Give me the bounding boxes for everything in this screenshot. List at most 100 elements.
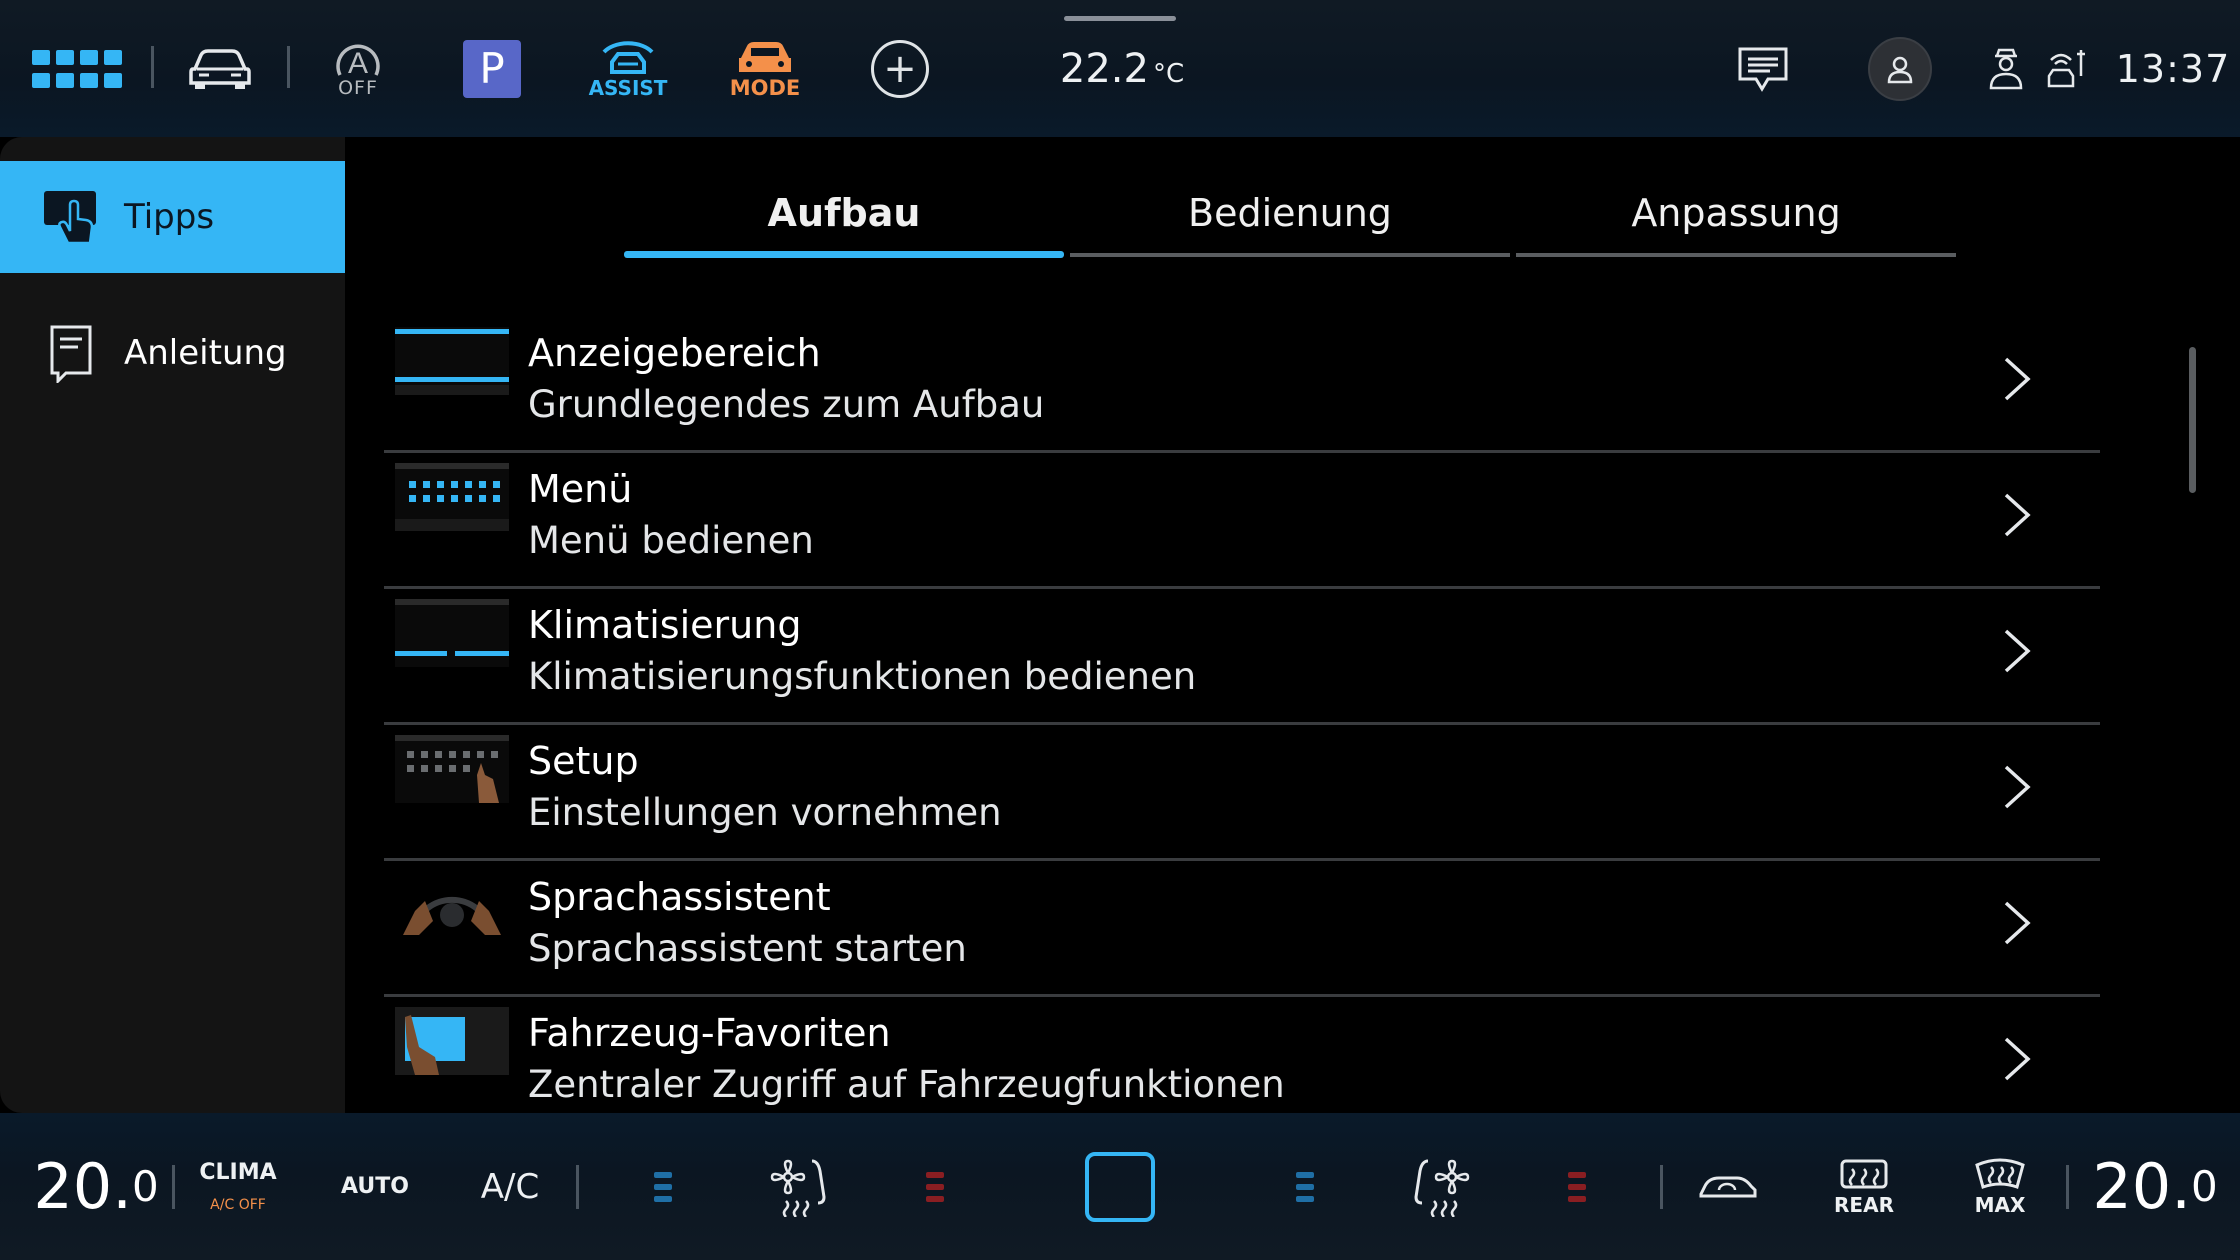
windshield-defrost-icon xyxy=(1975,1158,2025,1189)
list-item-subtitle: Klimatisierungsfunktionen bedienen xyxy=(528,655,1197,698)
seat-fan-heat-icon xyxy=(770,1159,826,1217)
temperature-unit: °C xyxy=(1152,58,1185,89)
plus-icon: + xyxy=(871,39,929,98)
list-item-title: Sprachassistent xyxy=(528,875,831,919)
privacy-status[interactable] xyxy=(1985,0,2027,137)
divider xyxy=(172,1165,175,1209)
auto-button[interactable]: AUTO xyxy=(341,1113,409,1260)
car-recirculation-icon xyxy=(1699,1176,1757,1197)
tab-label: Aufbau xyxy=(767,191,921,235)
driver-assist-icon xyxy=(602,40,654,74)
divider xyxy=(287,46,290,88)
list-item-subtitle: Sprachassistent starten xyxy=(528,927,967,970)
parking-button[interactable]: P xyxy=(463,0,521,137)
outside-temperature: 22.2 °C xyxy=(1060,0,1185,137)
clima-button[interactable]: CLIMA A/C OFF xyxy=(199,1113,277,1260)
list-item-subtitle: Menü bedienen xyxy=(528,519,814,562)
scrollbar[interactable] xyxy=(2189,347,2196,493)
assist-label: ASSIST xyxy=(588,75,668,100)
messages-button[interactable] xyxy=(1735,0,1791,137)
passenger-seat-cooling-level[interactable] xyxy=(1294,1113,1316,1260)
sidebar-item-tipps[interactable]: Tipps xyxy=(0,161,345,273)
tab-label: Anpassung xyxy=(1631,191,1841,235)
add-shortcut-button[interactable]: + xyxy=(870,0,930,137)
incognito-user-icon xyxy=(1989,48,2023,89)
ac-button[interactable]: A/C xyxy=(478,1113,542,1260)
sync-button[interactable] xyxy=(1084,1113,1156,1260)
passenger-temperature-int: 20. xyxy=(2092,1150,2191,1223)
list-item-setup[interactable]: Setup Einstellungen vornehmen xyxy=(384,725,2100,861)
passenger-seat-heating-level[interactable] xyxy=(1566,1113,1588,1260)
tab-aufbau[interactable]: Aufbau xyxy=(624,187,1064,258)
rear-defrost-button[interactable]: REAR xyxy=(1834,1113,1894,1260)
list-item-fahrzeug-favoriten[interactable]: Fahrzeug-Favoriten Zentraler Zugriff auf… xyxy=(384,997,2100,1113)
user-icon xyxy=(1887,56,1913,83)
tab-bedienung[interactable]: Bedienung xyxy=(1070,187,1510,257)
driver-seat-heating-level[interactable] xyxy=(924,1113,946,1260)
driver-seat-cooling-level[interactable] xyxy=(652,1113,674,1260)
drive-mode-button[interactable]: MODE xyxy=(726,0,804,137)
max-defrost-button[interactable]: MAX xyxy=(1972,1113,2028,1260)
chevron-right-icon xyxy=(2004,493,2031,537)
apps-grid-button[interactable] xyxy=(32,0,122,137)
driver-seat-ventilation-button[interactable] xyxy=(766,1113,832,1260)
tab-underline xyxy=(624,251,1064,258)
tab-anpassung[interactable]: Anpassung xyxy=(1516,187,1956,257)
list-item-anzeigebereich[interactable]: Anzeigebereich Grundlegendes zum Aufbau xyxy=(384,317,2100,453)
steering-wheel-thumb-icon xyxy=(395,871,509,939)
tab-underline xyxy=(1516,253,1956,257)
rear-defrost-icon xyxy=(1840,1159,1888,1188)
sidebar-item-anleitung[interactable]: Anleitung xyxy=(0,297,345,409)
parking-icon: P xyxy=(463,39,521,98)
user-profile-button[interactable] xyxy=(1868,0,1932,137)
car-front-icon xyxy=(189,48,251,89)
status-bar: A OFF P ASSIST MODE + 22.2 °C 13:37 xyxy=(0,0,2240,137)
passenger-temperature[interactable]: 20. 0 xyxy=(2090,1113,2220,1260)
favorites-thumb-icon xyxy=(395,1007,509,1075)
passenger-temperature-dec: 0 xyxy=(2190,1162,2218,1211)
climate-thumb-icon xyxy=(395,599,509,667)
display-area-thumb-icon xyxy=(395,327,509,395)
rear-label: REAR xyxy=(1834,1192,1894,1217)
tab-label: Bedienung xyxy=(1188,191,1392,235)
manual-book-icon xyxy=(50,325,92,383)
climate-bar: 20. 0 CLIMA A/C OFF AUTO A/C REAR MAX 20… xyxy=(0,1113,2240,1260)
setup-thumb-icon xyxy=(395,735,509,803)
auto-hold-button[interactable]: A OFF xyxy=(322,0,394,137)
divider xyxy=(576,1165,579,1209)
ac-off-status: A/C OFF xyxy=(210,1197,266,1213)
drive-mode-car-icon xyxy=(739,41,791,72)
vehicle-button[interactable] xyxy=(184,0,256,137)
chevron-right-icon xyxy=(2004,629,2031,673)
list-item-sprachassistent[interactable]: Sprachassistent Sprachassistent starten xyxy=(384,861,2100,997)
apps-grid-icon xyxy=(32,49,122,88)
main-panel: Tipps Anleitung Aufbau Bedienung Anpassu… xyxy=(0,137,2240,1113)
driver-temperature-int: 20. xyxy=(33,1150,132,1223)
menu-thumb-icon xyxy=(395,463,509,531)
list-item-title: Anzeigebereich xyxy=(528,331,821,375)
passenger-seat-ventilation-button[interactable] xyxy=(1408,1113,1474,1260)
list-item-menu[interactable]: Menü Menü bedienen xyxy=(384,453,2100,589)
mode-label: MODE xyxy=(729,75,801,100)
message-icon xyxy=(1738,47,1788,92)
tab-underline xyxy=(1070,253,1510,257)
assist-button[interactable]: ASSIST xyxy=(588,0,668,137)
chevron-right-icon xyxy=(2004,765,2031,809)
list-item-title: Setup xyxy=(528,739,639,783)
sidebar-item-label: Tipps xyxy=(124,197,215,237)
air-recirculation-button[interactable] xyxy=(1696,1113,1760,1260)
car-connect-icon xyxy=(2047,49,2085,87)
max-label: MAX xyxy=(1974,1192,2026,1217)
sidebar: Tipps Anleitung xyxy=(0,137,345,1113)
divider xyxy=(1660,1165,1663,1209)
clima-label: CLIMA xyxy=(199,1160,277,1185)
divider xyxy=(151,46,154,88)
chevron-right-icon xyxy=(2004,901,2031,945)
chevron-right-icon xyxy=(2004,357,2031,401)
list-item-title: Fahrzeug-Favoriten xyxy=(528,1011,891,1055)
divider xyxy=(2066,1165,2069,1209)
connectivity-status[interactable] xyxy=(2044,0,2090,137)
list-item-klimatisierung[interactable]: Klimatisierung Klimatisierungsfunktionen… xyxy=(384,589,2100,725)
driver-temperature[interactable]: 20. 0 xyxy=(33,1113,158,1260)
chevron-right-icon xyxy=(2004,1037,2031,1081)
